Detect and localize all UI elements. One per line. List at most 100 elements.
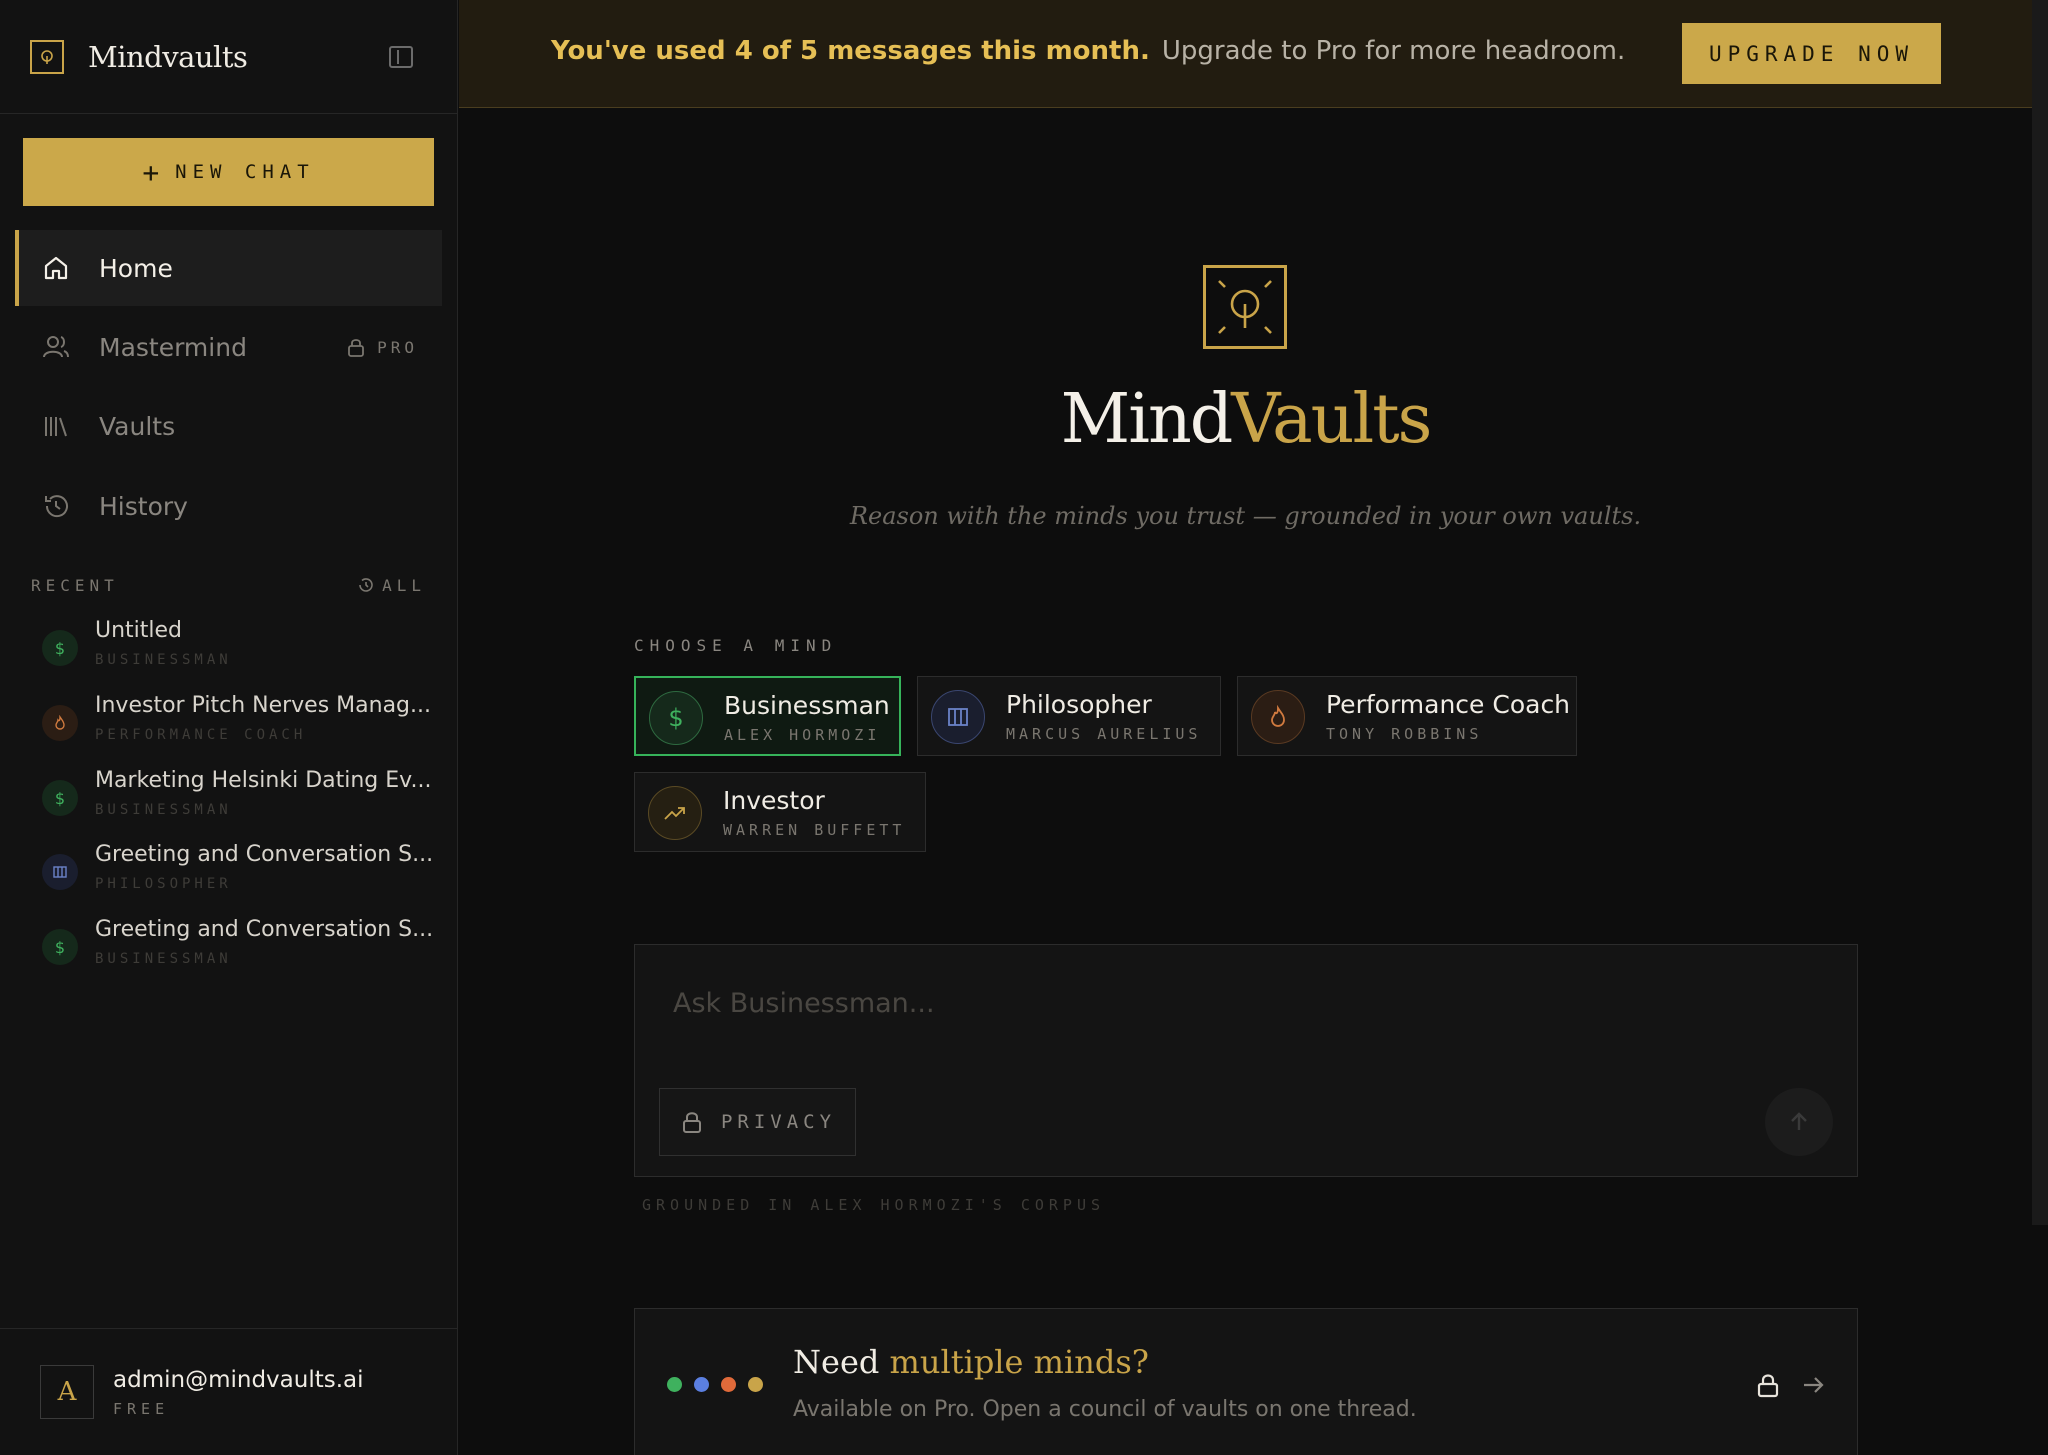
recent-chat-title: Greeting and Conversation S... bbox=[95, 842, 434, 867]
send-button[interactable] bbox=[1765, 1088, 1833, 1156]
arrow-right-icon[interactable] bbox=[1799, 1371, 1827, 1399]
recent-chat-title: Investor Pitch Nerves Manag... bbox=[95, 693, 432, 718]
mind-card-businessman[interactable]: $ Businessman ALEX HORMOZI bbox=[634, 676, 901, 756]
avatar[interactable]: A bbox=[40, 1365, 94, 1419]
promo-title-highlight: multiple minds? bbox=[889, 1343, 1149, 1381]
choose-mind-label: CHOOSE A MIND bbox=[634, 636, 838, 655]
nav-item-history[interactable]: History bbox=[15, 468, 442, 544]
recent-all-label: ALL bbox=[382, 575, 426, 595]
recent-chat-title: Greeting and Conversation S... bbox=[95, 917, 434, 942]
collapse-sidebar-icon[interactable] bbox=[389, 46, 413, 68]
recent-chat-mind: BUSINESSMAN bbox=[95, 652, 232, 668]
usage-banner: You've used 4 of 5 messages this month. U… bbox=[459, 0, 2032, 108]
account-plan: FREE bbox=[113, 1400, 170, 1418]
nav-label-home: Home bbox=[99, 253, 173, 283]
banner-upgrade-text: Upgrade to Pro for more headroom. bbox=[1161, 36, 1626, 66]
dollar-icon: $ bbox=[42, 929, 78, 965]
multiple-minds-promo[interactable]: Need multiple minds? Available on Pro. O… bbox=[634, 1308, 1858, 1455]
mind-color-dots bbox=[667, 1377, 763, 1392]
recent-chat-mind: PHILOSOPHER bbox=[95, 876, 232, 892]
new-chat-button[interactable]: + NEW CHAT bbox=[23, 138, 434, 206]
recent-chat-item[interactable]: $ Greeting and Conversation S... BUSINES… bbox=[42, 917, 434, 977]
mind-card-investor[interactable]: Investor WARREN BUFFETT bbox=[634, 772, 926, 852]
promo-title: Need multiple minds? bbox=[793, 1343, 1149, 1381]
flame-icon bbox=[1251, 690, 1305, 744]
sidebar: Mindvaults + NEW CHAT Home Mastermind PR… bbox=[0, 0, 458, 1455]
recent-chat-item[interactable]: Greeting and Conversation S... PHILOSOPH… bbox=[42, 842, 434, 902]
flame-icon bbox=[42, 705, 78, 741]
library-icon bbox=[41, 411, 71, 441]
pro-lock-badge: PRO bbox=[345, 336, 418, 358]
promo-title-lead: Need bbox=[793, 1343, 890, 1381]
lock-icon bbox=[1757, 1374, 1779, 1398]
recent-label: RECENT bbox=[31, 575, 119, 595]
banner-text: You've used 4 of 5 messages this month. U… bbox=[551, 36, 1625, 66]
recent-chat-item[interactable]: $ Untitled BUSINESSMAN bbox=[42, 618, 432, 678]
dollar-icon: $ bbox=[649, 691, 703, 745]
mind-card-philosopher[interactable]: Philosopher MARCUS AURELIUS bbox=[917, 676, 1221, 756]
dollar-icon: $ bbox=[42, 780, 78, 816]
columns-icon bbox=[931, 690, 985, 744]
grounded-note: GROUNDED IN ALEX HORMOZI'S CORPUS bbox=[642, 1196, 1106, 1214]
recent-chat-mind: PERFORMANCE COACH bbox=[95, 727, 307, 743]
nav-label-history: History bbox=[99, 491, 188, 521]
history-icon bbox=[359, 578, 373, 592]
banner-usage-text: You've used 4 of 5 messages this month. bbox=[551, 36, 1150, 66]
mind-name: Investor bbox=[723, 786, 825, 815]
mind-person: TONY ROBBINS bbox=[1326, 725, 1483, 743]
ask-input[interactable] bbox=[673, 983, 1773, 1023]
columns-icon bbox=[42, 854, 78, 890]
promo-subtitle: Available on Pro. Open a council of vaul… bbox=[793, 1397, 1417, 1422]
recent-chat-item[interactable]: $ Marketing Helsinki Dating Ev... BUSINE… bbox=[42, 768, 432, 828]
recent-header: RECENT ALL bbox=[31, 575, 426, 595]
recent-chat-mind: BUSINESSMAN bbox=[95, 802, 232, 818]
hero-title: MindVaults bbox=[459, 380, 2032, 459]
recent-chat-title: Untitled bbox=[95, 618, 183, 643]
color-dot bbox=[748, 1377, 763, 1392]
dollar-icon: $ bbox=[42, 630, 78, 666]
recent-all-link[interactable]: ALL bbox=[356, 575, 426, 595]
recent-chat-item[interactable]: Investor Pitch Nerves Manag... PERFORMAN… bbox=[42, 693, 432, 753]
color-dot bbox=[694, 1377, 709, 1392]
scrollbar[interactable] bbox=[2032, 0, 2048, 1225]
composer: PRIVACY bbox=[634, 944, 1858, 1177]
color-dot bbox=[721, 1377, 736, 1392]
hero-subtitle: Reason with the minds you trust — ground… bbox=[849, 502, 1642, 530]
arrow-up-icon bbox=[1791, 1112, 1807, 1130]
recent-chat-mind: BUSINESSMAN bbox=[95, 951, 232, 967]
brand-name[interactable]: Mindvaults bbox=[88, 40, 248, 74]
brand-header: Mindvaults bbox=[0, 0, 457, 114]
upgrade-now-button[interactable]: UPGRADE NOW bbox=[1682, 23, 1941, 84]
color-dot bbox=[667, 1377, 682, 1392]
mind-person: WARREN BUFFETT bbox=[723, 821, 906, 839]
mindvaults-logo-icon bbox=[1203, 265, 1287, 349]
privacy-label: PRIVACY bbox=[720, 1111, 837, 1133]
account-email: admin@mindvaults.ai bbox=[113, 1367, 364, 1393]
mind-name: Performance Coach bbox=[1326, 690, 1571, 719]
mind-person: MARCUS AURELIUS bbox=[1006, 725, 1202, 743]
hero-title-mind: Mind bbox=[1060, 380, 1234, 459]
nav-item-home[interactable]: Home bbox=[15, 230, 442, 306]
account-panel[interactable]: A admin@mindvaults.ai FREE bbox=[0, 1328, 458, 1455]
lock-icon bbox=[348, 339, 364, 357]
nav-label-vaults: Vaults bbox=[99, 411, 176, 441]
hero-title-vaults: Vaults bbox=[1231, 380, 1432, 459]
pro-badge-label: PRO bbox=[377, 337, 418, 357]
history-icon bbox=[41, 491, 71, 521]
home-icon bbox=[41, 253, 71, 283]
mindvaults-logo-icon[interactable] bbox=[30, 39, 64, 74]
new-chat-label: NEW CHAT bbox=[175, 161, 315, 183]
users-icon bbox=[41, 332, 71, 362]
nav-item-vaults[interactable]: Vaults bbox=[15, 388, 442, 464]
trending-up-icon bbox=[648, 786, 702, 840]
mind-card-performance-coach[interactable]: Performance Coach TONY ROBBINS bbox=[1237, 676, 1577, 756]
privacy-button[interactable]: PRIVACY bbox=[659, 1088, 856, 1156]
lock-icon bbox=[682, 1112, 701, 1133]
mind-person: ALEX HORMOZI bbox=[724, 726, 881, 744]
plus-icon: + bbox=[142, 155, 160, 189]
recent-chat-title: Marketing Helsinki Dating Ev... bbox=[95, 768, 432, 793]
nav-label-mastermind: Mastermind bbox=[99, 332, 247, 362]
nav-item-mastermind[interactable]: Mastermind PRO bbox=[15, 309, 442, 385]
mind-name: Philosopher bbox=[1006, 690, 1152, 719]
mind-name: Businessman bbox=[724, 691, 890, 720]
